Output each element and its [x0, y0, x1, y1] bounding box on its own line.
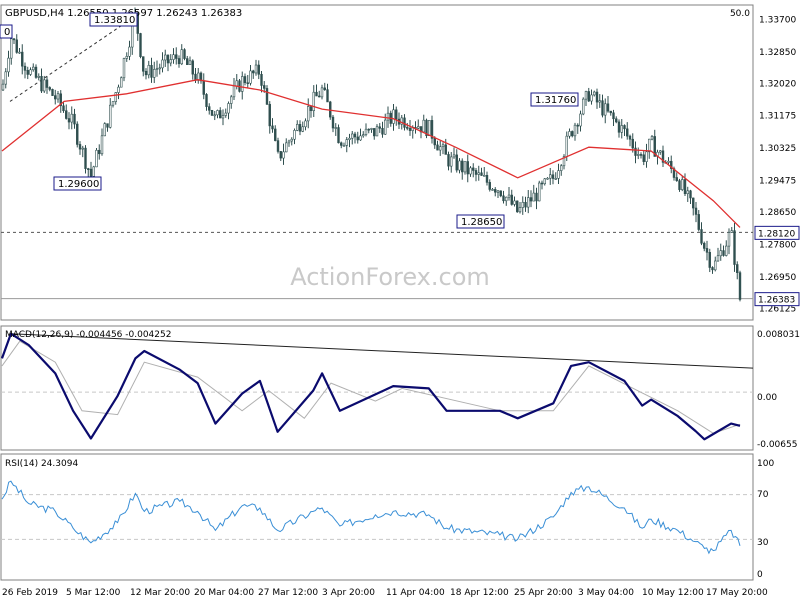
x-tick-label: 27 Mar 12:00	[258, 588, 318, 598]
left-edge-label: 0	[0, 24, 13, 39]
y-tick-label: 1.27800	[759, 241, 796, 251]
candlestick	[516, 200, 519, 213]
candlestick	[425, 118, 428, 139]
x-tick-label: 17 May 20:00	[706, 588, 768, 598]
x-tick-label: 11 Apr 04:00	[386, 588, 445, 598]
macd-header: MACD(12,26,9) -0.004456 -0.004252	[5, 330, 171, 340]
y-tick-label: 1.26950	[759, 273, 796, 283]
y-tick-label: 1.33700	[759, 15, 796, 25]
candlestick	[428, 120, 431, 136]
candlestick	[103, 122, 106, 137]
candlestick	[51, 88, 54, 97]
candlestick	[122, 57, 126, 82]
y-tick-label: 1.29475	[759, 177, 796, 187]
rsi-header: RSI(14) 24.3094	[5, 459, 78, 469]
annotation-label: 1.28650	[456, 214, 505, 229]
macd-y-tick: -0.00655	[757, 440, 797, 450]
rsi-y-tick: 70	[757, 490, 769, 500]
x-tick-label: 5 Mar 12:00	[66, 588, 121, 598]
background	[0, 0, 800, 600]
watermark: ActionForex.com	[290, 263, 490, 291]
candlestick	[582, 97, 585, 116]
svg-text:1.33810: 1.33810	[94, 15, 135, 26]
x-tick-label: 25 Apr 20:00	[514, 588, 573, 598]
x-tick-label: 26 Feb 2019	[2, 588, 58, 598]
rsi-y-tick: 0	[757, 570, 763, 580]
x-tick-label: 18 Apr 12:00	[450, 588, 509, 598]
reference-level-label: 1.28120	[754, 225, 800, 240]
x-tick-label: 20 Mar 04:00	[194, 588, 254, 598]
candlestick	[120, 76, 123, 88]
annotation-label: 1.31760	[530, 92, 579, 107]
candlestick	[265, 85, 269, 106]
y-tick-label: 1.32020	[759, 79, 796, 89]
annotation-label: 1.33810	[89, 12, 138, 27]
candlestick	[738, 270, 742, 302]
candlestick	[183, 48, 186, 61]
candlestick	[210, 109, 214, 116]
svg-text:1.29600: 1.29600	[58, 179, 99, 190]
x-tick-label: 3 May 04:00	[578, 588, 634, 598]
current-price-label: 1.26383	[754, 292, 800, 307]
x-tick-label: 10 May 12:00	[642, 588, 704, 598]
svg-text:1.28120: 1.28120	[758, 229, 795, 239]
candlestick	[139, 32, 142, 59]
svg-text:1.31760: 1.31760	[535, 95, 576, 106]
candlestick	[238, 79, 241, 93]
macd-y-tick: 0.008031	[757, 330, 800, 340]
y-tick-label: 1.31175	[759, 112, 796, 122]
annotation-label: 1.29600	[53, 176, 102, 191]
x-tick-label: 12 Mar 20:00	[130, 588, 190, 598]
chart-canvas: ActionForex.com GBPUSD,H4 1.26550 1.2659…	[0, 0, 800, 600]
chart-window: ActionForex.com GBPUSD,H4 1.26550 1.2659…	[0, 0, 800, 600]
rsi-y-tick: 30	[757, 538, 769, 548]
svg-text:1.28650: 1.28650	[461, 217, 502, 228]
candlestick	[538, 180, 541, 202]
macd-y-tick: 0.00	[757, 393, 777, 403]
rsi-y-tick: 100	[757, 459, 774, 469]
x-tick-label: 3 Apr 20:00	[322, 588, 375, 598]
svg-text:1.26383: 1.26383	[758, 296, 795, 306]
candlestick	[76, 121, 79, 148]
candlestick	[337, 124, 340, 144]
ema-period-label: 50.0	[730, 9, 750, 19]
svg-text:0: 0	[4, 27, 10, 38]
y-tick-label: 1.28650	[759, 208, 796, 218]
y-tick-label: 1.30325	[759, 144, 796, 154]
candlestick	[95, 148, 98, 168]
y-tick-label: 1.32850	[759, 48, 796, 58]
